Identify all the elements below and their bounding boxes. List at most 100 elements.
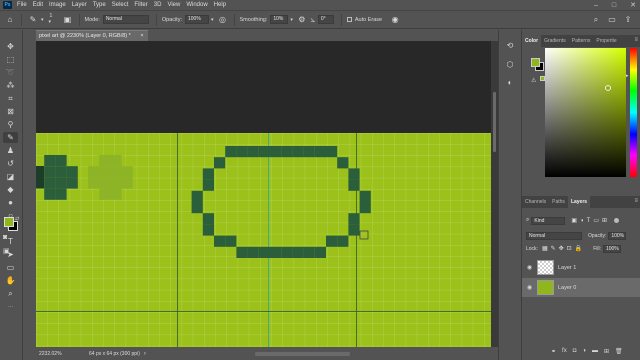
screen-mode-icon[interactable]: ▣: [3, 247, 15, 257]
eraser-tool-icon[interactable]: ◪: [3, 171, 18, 182]
pencil-tool-icon[interactable]: ✎: [3, 132, 18, 143]
share-icon[interactable]: ⇪: [622, 14, 634, 26]
search-icon[interactable]: ⌕: [590, 14, 602, 26]
menu-file[interactable]: File: [17, 2, 27, 8]
shape-tool-icon[interactable]: ▭: [3, 262, 18, 273]
blend-mode-select[interactable]: Normal: [526, 231, 582, 240]
canvas-viewport[interactable]: [36, 41, 491, 347]
zoom-level[interactable]: 2232.02%: [39, 351, 89, 357]
move-tool-icon[interactable]: ✥: [3, 41, 18, 52]
eye-icon[interactable]: ◉: [522, 264, 537, 271]
link-layers-icon[interactable]: ⚭: [551, 348, 556, 355]
fill-field[interactable]: 100%: [602, 244, 621, 253]
marquee-tool-icon[interactable]: ⬚: [3, 54, 18, 65]
maximize-icon[interactable]: □: [612, 2, 616, 9]
pixel-art-canvas[interactable]: [36, 41, 491, 347]
vertical-scrollbar[interactable]: [491, 41, 498, 347]
layer-row-layer-0[interactable]: ◉ Layer 0: [522, 278, 640, 297]
tab-properties[interactable]: Propertie: [593, 35, 619, 47]
close-tab-icon[interactable]: ×: [140, 33, 143, 39]
chevron-down-icon[interactable]: ▾: [290, 17, 293, 23]
pressure-size-icon[interactable]: ◉: [389, 14, 401, 26]
minimize-icon[interactable]: –: [594, 2, 598, 9]
pixel: [88, 177, 100, 189]
document-tab[interactable]: pixel art @ 2230% (Layer 0, RGB/8) * ×: [36, 30, 148, 41]
layer-opacity-field[interactable]: 100%: [608, 231, 627, 240]
mode-select[interactable]: Normal: [102, 15, 149, 24]
adjustments-panel-icon[interactable]: ◐: [505, 77, 515, 87]
crop-tool-icon[interactable]: ⌗: [3, 93, 18, 104]
layer-filter-icons[interactable]: ▣◑T▭⊞: [571, 217, 610, 224]
layer-filter-select[interactable]: Kind: [531, 216, 566, 225]
tab-layers[interactable]: Layers: [567, 196, 591, 208]
panel-menu-icon[interactable]: ≡: [634, 37, 638, 43]
angle-field[interactable]: 0°: [317, 15, 334, 24]
history-brush-tool-icon[interactable]: ↺: [3, 158, 18, 169]
vertical-scroll-thumb[interactable]: [493, 92, 496, 152]
menu-type[interactable]: Type: [93, 2, 106, 8]
foreground-color-swatch[interactable]: [4, 217, 14, 227]
menu-layer[interactable]: Layer: [72, 2, 87, 8]
frame-tool-icon[interactable]: ⊠: [3, 106, 18, 117]
stamp-tool-icon[interactable]: ♟: [3, 145, 18, 156]
add-mask-icon[interactable]: ◘: [573, 348, 577, 355]
menu-edit[interactable]: Edit: [33, 2, 43, 8]
auto-erase-checkbox[interactable]: [346, 17, 352, 22]
adjustment-layer-icon[interactable]: ◑: [582, 348, 586, 355]
panel-menu-icon[interactable]: ≡: [634, 198, 638, 204]
layer-row-layer-1[interactable]: ◉ Layer 1: [522, 258, 640, 277]
hue-slider-handle-icon[interactable]: ▸: [626, 73, 629, 79]
chevron-down-icon[interactable]: ▾: [41, 17, 44, 23]
opacity-field[interactable]: 100%: [185, 15, 209, 24]
blur-tool-icon[interactable]: ●: [3, 197, 18, 208]
color-picker-field[interactable]: [545, 48, 626, 177]
lock-icons[interactable]: ▦✎✥⊡🔒: [542, 245, 585, 252]
eyedropper-tool-icon[interactable]: ⚲: [3, 119, 18, 130]
layer-style-icon[interactable]: fx: [562, 348, 567, 355]
lasso-tool-icon[interactable]: ➰: [3, 67, 18, 78]
pressure-opacity-icon[interactable]: ◎: [217, 14, 229, 26]
tab-paths[interactable]: Paths: [549, 196, 568, 208]
quick-select-tool-icon[interactable]: ⁂: [3, 80, 18, 91]
brush-preset-picker[interactable]: 1 ▾: [46, 13, 62, 27]
grid-line: [36, 323, 491, 324]
brush-settings-icon[interactable]: ▣: [62, 14, 74, 26]
swap-colors-icon[interactable]: ⇄: [15, 216, 19, 222]
tab-color[interactable]: Color: [522, 35, 542, 47]
filter-toggle-icon[interactable]: [614, 218, 620, 223]
menu-help[interactable]: Help: [214, 2, 226, 8]
menu-select[interactable]: Select: [112, 2, 129, 8]
chevron-down-icon[interactable]: ▾: [211, 17, 214, 23]
gear-icon[interactable]: ⚙: [296, 14, 308, 26]
tab-channels[interactable]: Channels: [522, 196, 549, 208]
menu-image[interactable]: Image: [49, 2, 66, 8]
history-panel-icon[interactable]: ⟲: [505, 40, 515, 50]
3d-panel-icon[interactable]: ⬡: [505, 59, 515, 69]
zoom-tool-icon[interactable]: ⌕: [3, 288, 18, 299]
menu-3d[interactable]: 3D: [154, 2, 162, 8]
menu-filter[interactable]: Filter: [134, 2, 147, 8]
new-group-icon[interactable]: ▬: [592, 348, 598, 355]
eye-icon[interactable]: ◉: [522, 284, 537, 291]
new-layer-icon[interactable]: ⊞: [604, 348, 609, 355]
chevron-right-icon[interactable]: ›: [144, 351, 146, 357]
home-icon[interactable]: ⌂: [4, 14, 16, 26]
tab-gradients[interactable]: Gradients: [541, 35, 569, 47]
paint-bucket-tool-icon[interactable]: ◆: [3, 184, 18, 195]
pencil-icon[interactable]: ✎: [27, 14, 39, 26]
hue-slider[interactable]: [630, 48, 637, 177]
workspace-icon[interactable]: ▭: [606, 14, 618, 26]
color-panel-fg-swatch[interactable]: [531, 58, 540, 67]
menu-view[interactable]: View: [167, 2, 180, 8]
horizontal-scroll-thumb[interactable]: [255, 352, 350, 356]
warning-icon[interactable]: ⚠: [531, 77, 536, 84]
hand-tool-icon[interactable]: ✋: [3, 275, 18, 286]
close-icon[interactable]: ✕: [630, 1, 636, 9]
menu-window[interactable]: Window: [186, 2, 207, 8]
tab-patterns[interactable]: Patterns: [569, 35, 594, 47]
delete-layer-icon[interactable]: 🗑: [615, 348, 623, 355]
quick-mask-icon[interactable]: ◙: [3, 234, 15, 244]
smoothing-field[interactable]: 10%: [270, 15, 289, 24]
more-tools-icon[interactable]: ···: [3, 301, 18, 312]
menu-bar: Ps File Edit Image Layer Type Select Fil…: [0, 0, 640, 10]
